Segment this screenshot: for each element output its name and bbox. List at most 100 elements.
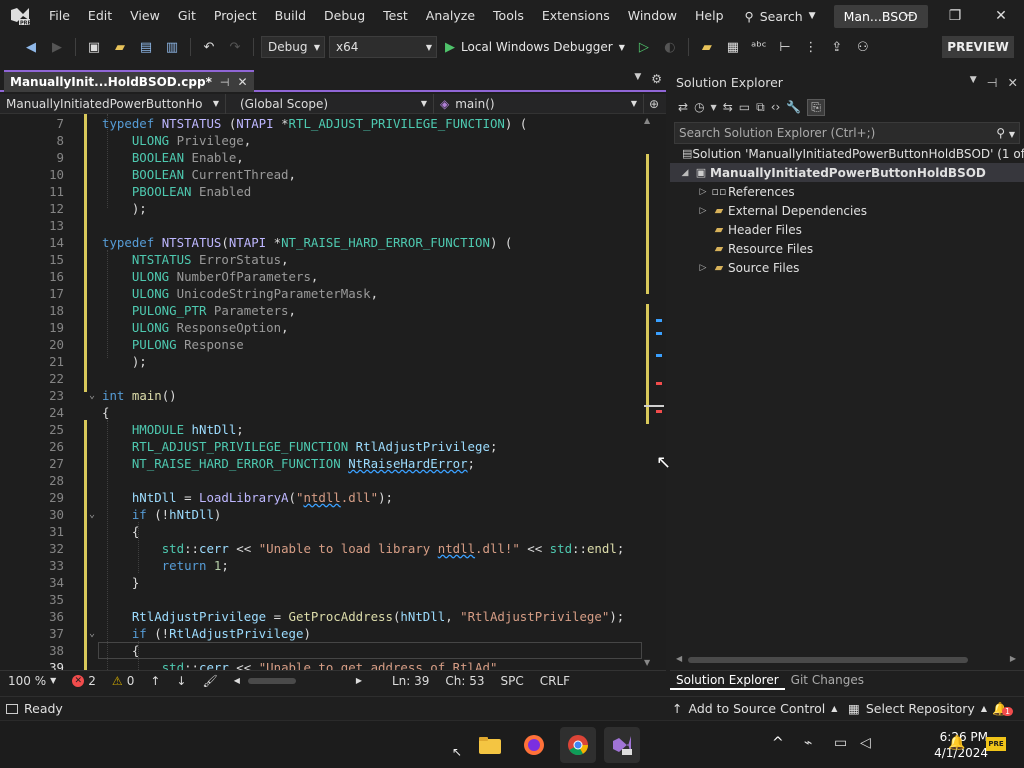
menu-window[interactable]: Window (619, 0, 686, 32)
fold-collapse-icon[interactable]: ⌄ (89, 506, 95, 523)
solution-configuration-select[interactable]: Debug ▼ (261, 36, 325, 58)
fold-collapse-icon[interactable]: ⌄ (89, 625, 95, 642)
navigate-back-icon[interactable]: ◀ (20, 36, 42, 58)
code-line[interactable]: 9 BOOLEAN Enable, (0, 149, 644, 166)
tray-chevron-up-icon[interactable]: ^ (772, 735, 784, 751)
open-file-icon[interactable]: ▰ (696, 36, 718, 58)
whitespace-indicator[interactable]: SPC (493, 674, 532, 688)
member-dropdown[interactable]: ◈ main() ▼ (434, 93, 644, 114)
select-repository-button[interactable]: ▦ Select Repository ▲ (848, 701, 987, 716)
code-line[interactable]: 20 PULONG Response (0, 336, 644, 353)
line-ending-indicator[interactable]: CRLF (532, 674, 578, 688)
line-indicator[interactable]: Ln: 39 (384, 674, 437, 688)
code-line[interactable]: 33 return 1; (0, 557, 644, 574)
menu-test[interactable]: Test (374, 0, 417, 32)
scope-dropdown[interactable]: (Global Scope) ▼ (226, 93, 434, 114)
tray-volume-icon[interactable]: ◁ (860, 735, 871, 751)
menu-debug[interactable]: Debug (315, 0, 374, 32)
collapsed-arrow-icon[interactable]: ▷ (696, 263, 710, 273)
pin-icon[interactable]: ⊣ (987, 75, 998, 90)
layout-icon[interactable]: ▦ (722, 36, 744, 58)
collapsed-arrow-icon[interactable]: ▷ (696, 187, 710, 197)
tab-git-changes[interactable]: Git Changes (785, 671, 870, 690)
save-all-icon[interactable]: ▥ (161, 36, 183, 58)
chevron-down-icon[interactable]: ▼ (711, 103, 717, 112)
window-position-icon[interactable]: ▼ (970, 75, 977, 90)
code-line[interactable]: 24 { (0, 404, 644, 421)
code-line[interactable]: 17 ULONG UnicodeStringParameterMask, (0, 285, 644, 302)
history-icon[interactable]: ◷ (694, 100, 704, 114)
add-to-source-control-button[interactable]: ↑ Add to Source Control ▲ (672, 701, 837, 716)
tree-references-node[interactable]: ▷ ▫▫ References (670, 182, 1024, 201)
menu-git[interactable]: Git (169, 0, 205, 32)
error-count[interactable]: ✕ 2 (64, 674, 104, 688)
code-line[interactable]: 34 } (0, 574, 644, 591)
vertical-scrollbar[interactable]: ▲ ▼ (644, 114, 664, 670)
expanded-arrow-icon[interactable]: ◢ (678, 168, 692, 178)
code-line[interactable]: 31 { (0, 523, 644, 540)
save-icon[interactable]: ▤ (135, 36, 157, 58)
menu-view[interactable]: View (121, 0, 169, 32)
hot-reload-icon[interactable]: ◐ (659, 36, 681, 58)
settings-icon[interactable]: ⚙ (651, 72, 662, 86)
start-debugging-button[interactable]: ▶ Local Windows Debugger ▼ (441, 40, 629, 55)
code-line[interactable]: 8 ULONG Privilege, (0, 132, 644, 149)
search-button[interactable]: ⚲ Search ▼ (733, 9, 828, 24)
code-text-area[interactable]: 7 typedef NTSTATUS (NTAPI *RTL_ADJUST_PRI… (0, 114, 644, 670)
horizontal-scroll-thumb[interactable] (247, 677, 296, 684)
code-line[interactable]: 30 ⌄ if (!hNtDll) (0, 506, 644, 523)
tree-resource-files-node[interactable]: ▰ Resource Files (670, 239, 1024, 258)
menu-extensions[interactable]: Extensions (533, 0, 619, 32)
code-line[interactable]: 35 (0, 591, 644, 608)
previous-issue-icon[interactable]: ↑ (142, 674, 168, 688)
scroll-thumb[interactable] (688, 657, 968, 663)
horizontal-scrollbar[interactable] (247, 677, 348, 685)
open-folder-icon[interactable]: ▰ (109, 36, 131, 58)
navigate-forward-icon[interactable]: ▶ (46, 36, 68, 58)
visual-studio-taskbar-icon[interactable] (604, 727, 640, 763)
code-line[interactable]: 7 typedef NTSTATUS (NTAPI *RTL_ADJUST_PRI… (0, 115, 644, 132)
char-indicator[interactable]: Ch: 53 (437, 674, 492, 688)
code-line[interactable]: 27 NT_RAISE_HARD_ERROR_FUNCTION NtRaiseH… (0, 455, 644, 472)
code-line[interactable]: 32 std::cerr << "Unable to load library … (0, 540, 644, 557)
redo-icon[interactable]: ↷ (224, 36, 246, 58)
code-line[interactable]: 36 RtlAdjustPrivilege = GetProcAddress(h… (0, 608, 644, 625)
show-all-files-icon[interactable]: ⧉ (756, 100, 765, 115)
scroll-up-icon[interactable]: ▲ (644, 116, 650, 125)
code-line[interactable]: 15 NTSTATUS ErrorStatus, (0, 251, 644, 268)
distribute-icon[interactable]: ⋮ (800, 36, 822, 58)
code-line[interactable]: 21 ); (0, 353, 644, 370)
undo-icon[interactable]: ↶ (198, 36, 220, 58)
preview-selected-icon[interactable]: ⎘ (807, 98, 825, 116)
code-view-icon[interactable]: ‹› (771, 100, 781, 114)
notification-bell-icon[interactable]: 🔔 (948, 735, 965, 751)
collapse-all-icon[interactable]: ▭ (739, 100, 750, 114)
collapsed-arrow-icon[interactable]: ▷ (696, 206, 710, 216)
chrome-taskbar-icon[interactable] (560, 727, 596, 763)
menu-help[interactable]: Help (686, 0, 733, 32)
h-scroll-left-icon[interactable]: ◀ (226, 676, 248, 685)
firefox-taskbar-icon[interactable] (516, 727, 552, 763)
split-editor-icon[interactable]: ⊕ (644, 97, 664, 111)
code-line[interactable]: 14 typedef NTSTATUS(NTAPI *NT_RAISE_HARD_… (0, 234, 644, 251)
code-line[interactable]: 12 ); (0, 200, 644, 217)
menu-build[interactable]: Build (266, 0, 315, 32)
close-button[interactable]: ✕ (978, 0, 1024, 32)
preview-badge-icon[interactable]: PRE (986, 737, 1006, 751)
tree-project-node[interactable]: ◢ ▣ ManuallyInitiatedPowerButtonHoldBSOD (670, 163, 1024, 182)
tray-display-icon[interactable]: ▭ (834, 735, 847, 751)
properties-icon[interactable]: 🔧 (786, 100, 801, 114)
live-share-icon[interactable]: ⚇ (852, 36, 874, 58)
code-line[interactable]: 19 ULONG ResponseOption, (0, 319, 644, 336)
code-line[interactable]: 11 PBOOLEAN Enabled (0, 183, 644, 200)
code-line[interactable]: 22 (0, 370, 644, 387)
tree-solution-node[interactable]: ▤ Solution 'ManuallyInitiatedPowerButton… (670, 144, 1024, 163)
code-line[interactable]: 23 ⌄ int main() (0, 387, 644, 404)
solution-search-input[interactable]: Search Solution Explorer (Ctrl+;) ⚲ ▼ (674, 122, 1020, 144)
fold-collapse-icon[interactable]: ⌄ (89, 387, 95, 404)
tray-network-icon[interactable]: ⌁ (804, 735, 812, 751)
close-pane-icon[interactable]: ✕ (1008, 75, 1018, 90)
menu-tools[interactable]: Tools (484, 0, 533, 32)
notifications-button[interactable]: 🔔 1 (992, 701, 1014, 717)
close-tab-icon[interactable]: ✕ (237, 75, 247, 89)
